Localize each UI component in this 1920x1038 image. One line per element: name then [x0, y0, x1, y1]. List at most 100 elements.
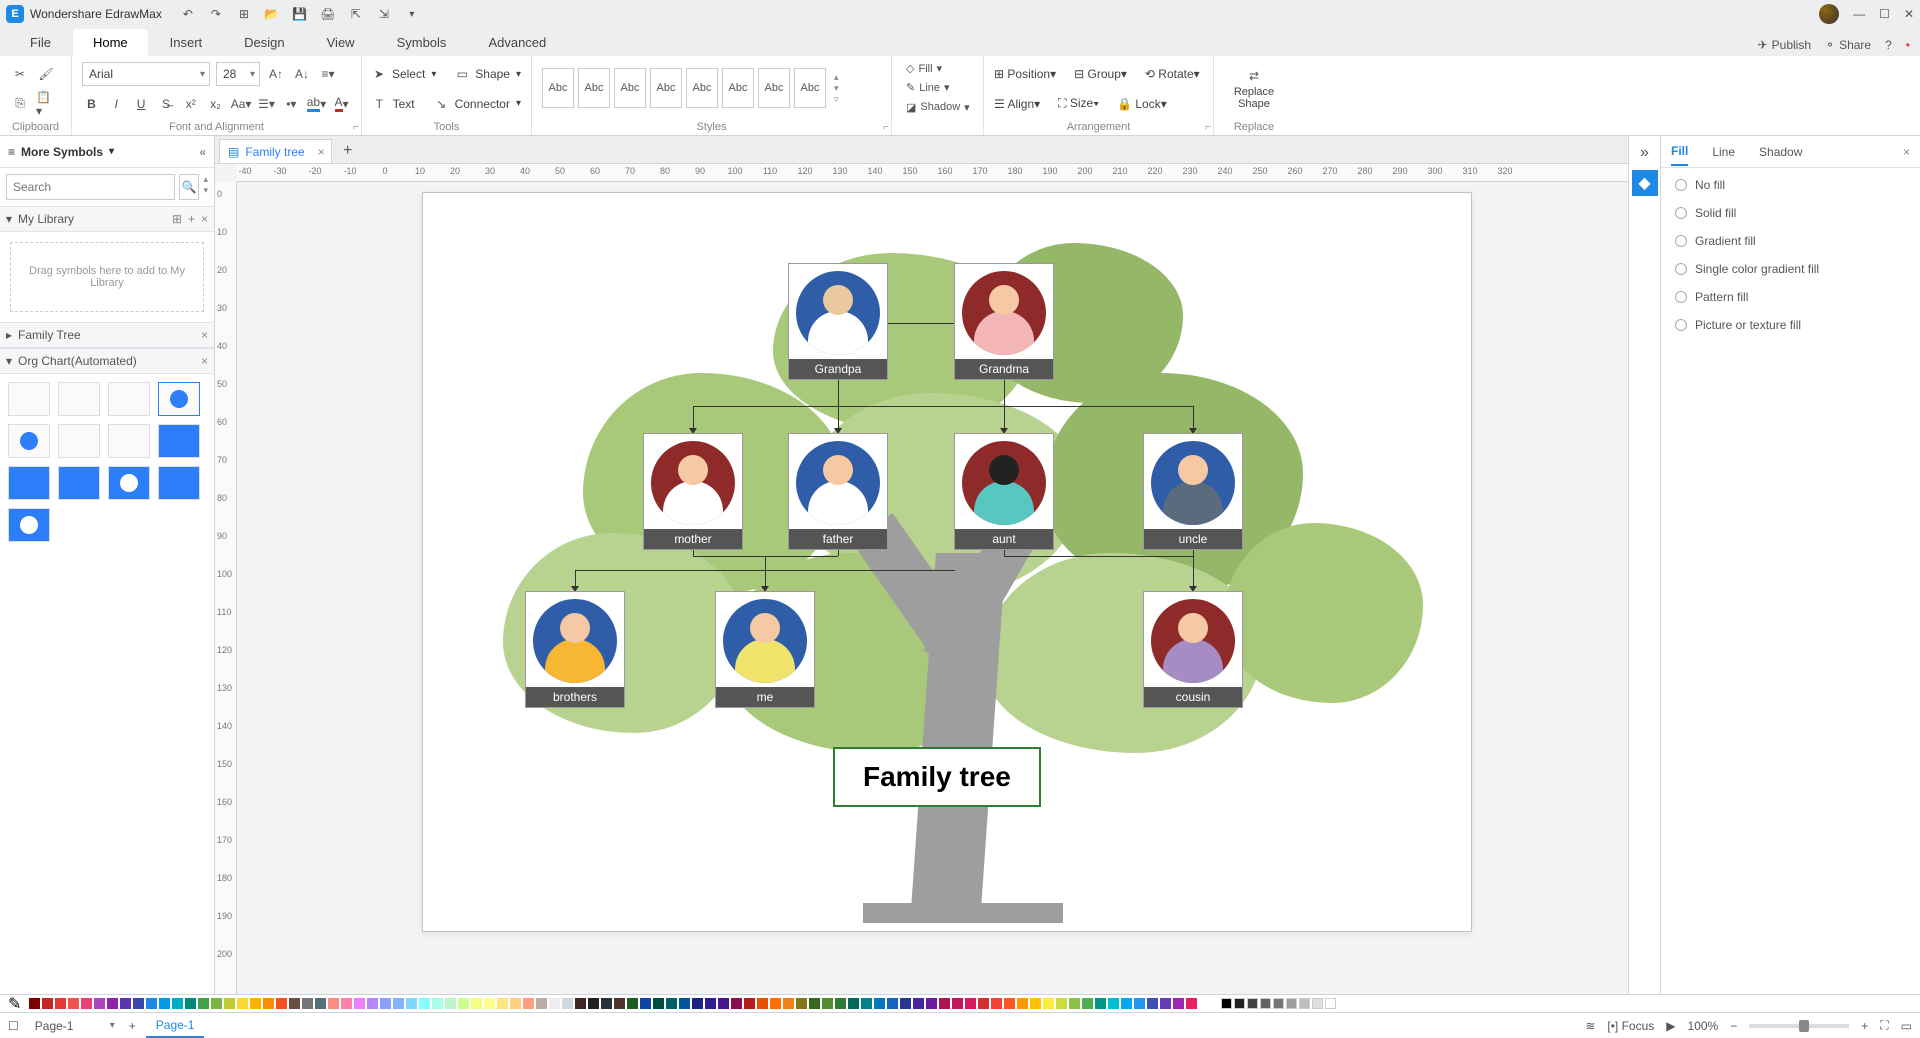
style-preset[interactable]: Abc — [686, 68, 718, 108]
fit-page-icon[interactable]: ⛶ — [1880, 1018, 1888, 1033]
color-swatch[interactable] — [250, 998, 261, 1009]
align-menu-icon[interactable]: ≡▾ — [318, 64, 338, 84]
color-swatch[interactable] — [419, 998, 430, 1009]
style-preset[interactable]: Abc — [614, 68, 646, 108]
eyedropper-icon[interactable]: ✎ — [8, 994, 21, 1014]
color-swatch[interactable] — [81, 998, 92, 1009]
rp-tab-fill[interactable]: Fill — [1671, 138, 1688, 166]
paste-icon[interactable]: 📋▾ — [36, 94, 56, 114]
font-name-select[interactable]: Arial — [82, 62, 210, 86]
expand-right-icon[interactable]: » — [1632, 140, 1658, 166]
color-swatch[interactable] — [679, 998, 690, 1009]
color-swatch[interactable] — [354, 998, 365, 1009]
add-page-icon[interactable]: + — [129, 1019, 136, 1033]
mylib-dropzone[interactable]: Drag symbols here to add to My Library — [10, 242, 204, 312]
minimize-icon[interactable]: — — [1853, 7, 1865, 21]
open-icon[interactable]: 📂 — [264, 6, 280, 22]
superscript-icon[interactable]: x² — [181, 94, 200, 114]
zoom-slider[interactable] — [1749, 1024, 1849, 1028]
italic-icon[interactable]: I — [107, 94, 126, 114]
color-swatch[interactable] — [198, 998, 209, 1009]
fill-option[interactable]: Single color gradient fill — [1675, 262, 1906, 276]
color-swatch[interactable] — [172, 998, 183, 1009]
cat-orgchart[interactable]: Org Chart(Automated) — [18, 354, 137, 368]
fill-option[interactable]: Pattern fill — [1675, 290, 1906, 304]
color-swatch[interactable] — [328, 998, 339, 1009]
scroll-down-icon[interactable]: ▾ — [203, 185, 208, 196]
color-swatch[interactable] — [432, 998, 443, 1009]
color-swatch[interactable] — [484, 998, 495, 1009]
canvas-page[interactable]: Grandpa Grandma mother father — [422, 192, 1472, 932]
zoom-in-icon[interactable]: + — [1861, 1019, 1868, 1033]
rp-tab-shadow[interactable]: Shadow — [1759, 139, 1802, 165]
rp-close-icon[interactable]: × — [1903, 145, 1910, 159]
color-swatch[interactable] — [1095, 998, 1106, 1009]
fill-option[interactable]: Solid fill — [1675, 206, 1906, 220]
color-swatch[interactable] — [939, 998, 950, 1009]
gray-swatch[interactable] — [1325, 998, 1336, 1009]
color-swatch[interactable] — [666, 998, 677, 1009]
align-menu[interactable]: ☰ Align▾ — [994, 97, 1040, 111]
format-painter-icon[interactable]: 🖌 — [36, 64, 56, 84]
node-brothers[interactable]: brothers — [525, 591, 625, 708]
color-swatch[interactable] — [380, 998, 391, 1009]
orgchart-shape[interactable] — [8, 382, 50, 416]
orgchart-shape[interactable] — [108, 424, 150, 458]
menu-symbols[interactable]: Symbols — [377, 29, 467, 56]
styles-more-icon[interactable]: ▿ — [834, 94, 839, 105]
gray-swatch[interactable] — [1247, 998, 1258, 1009]
style-preset[interactable]: Abc — [542, 68, 574, 108]
color-swatch[interactable] — [1069, 998, 1080, 1009]
node-me[interactable]: me — [715, 591, 815, 708]
color-swatch[interactable] — [718, 998, 729, 1009]
orgchart-shape[interactable] — [158, 466, 200, 500]
diagram-title[interactable]: Family tree — [833, 747, 1041, 807]
menu-file[interactable]: File — [10, 29, 71, 56]
color-swatch[interactable] — [224, 998, 235, 1009]
color-swatch[interactable] — [731, 998, 742, 1009]
color-swatch[interactable] — [1108, 998, 1119, 1009]
fill-menu[interactable]: ◇ Fill ▾ — [902, 60, 973, 77]
color-strip[interactable]: ✎ — [0, 994, 1920, 1012]
familytree-close-icon[interactable]: × — [201, 328, 208, 342]
fill-option[interactable]: Gradient fill — [1675, 234, 1906, 248]
line-menu[interactable]: ✎ Line ▾ — [902, 79, 973, 96]
color-swatch[interactable] — [42, 998, 53, 1009]
print-icon[interactable]: 🖨 — [320, 6, 336, 22]
layers-icon[interactable]: ≋ — [1585, 1019, 1595, 1033]
color-swatch[interactable] — [627, 998, 638, 1009]
lock-menu[interactable]: 🔒 Lock▾ — [1117, 97, 1167, 111]
orgchart-shape[interactable] — [8, 466, 50, 500]
color-swatch[interactable] — [705, 998, 716, 1009]
orgchart-shape[interactable] — [108, 382, 150, 416]
node-father[interactable]: father — [788, 433, 888, 550]
line-spacing-icon[interactable]: ☰▾ — [257, 94, 276, 114]
size-menu[interactable]: ⛶ Size▾ — [1058, 96, 1099, 111]
style-preset[interactable]: Abc — [794, 68, 826, 108]
rotate-menu[interactable]: ⟲ Rotate▾ — [1145, 67, 1200, 81]
color-swatch[interactable] — [848, 998, 859, 1009]
qat-more-icon[interactable]: ▾ — [404, 6, 420, 22]
style-preset[interactable]: Abc — [650, 68, 682, 108]
node-aunt[interactable]: aunt — [954, 433, 1054, 550]
color-swatch[interactable] — [107, 998, 118, 1009]
text-tool-icon[interactable]: T — [372, 94, 387, 114]
color-swatch[interactable] — [1017, 998, 1028, 1009]
orgchart-shape[interactable] — [8, 424, 50, 458]
color-swatch[interactable] — [406, 998, 417, 1009]
color-swatch[interactable] — [445, 998, 456, 1009]
color-swatch[interactable] — [1043, 998, 1054, 1009]
collapse-left-icon[interactable]: « — [199, 145, 206, 159]
color-swatch[interactable] — [68, 998, 79, 1009]
color-swatch[interactable] — [952, 998, 963, 1009]
color-swatch[interactable] — [822, 998, 833, 1009]
color-swatch[interactable] — [1134, 998, 1145, 1009]
node-uncle[interactable]: uncle — [1143, 433, 1243, 550]
color-swatch[interactable] — [861, 998, 872, 1009]
color-swatch[interactable] — [393, 998, 404, 1009]
style-preset[interactable]: Abc — [722, 68, 754, 108]
connector-tool-icon[interactable]: ↘ — [434, 94, 449, 114]
shadow-menu[interactable]: ◪ Shadow ▾ — [902, 99, 973, 116]
style-preset[interactable]: Abc — [578, 68, 610, 108]
replace-shape-icon[interactable]: ⇄ — [1244, 66, 1264, 86]
